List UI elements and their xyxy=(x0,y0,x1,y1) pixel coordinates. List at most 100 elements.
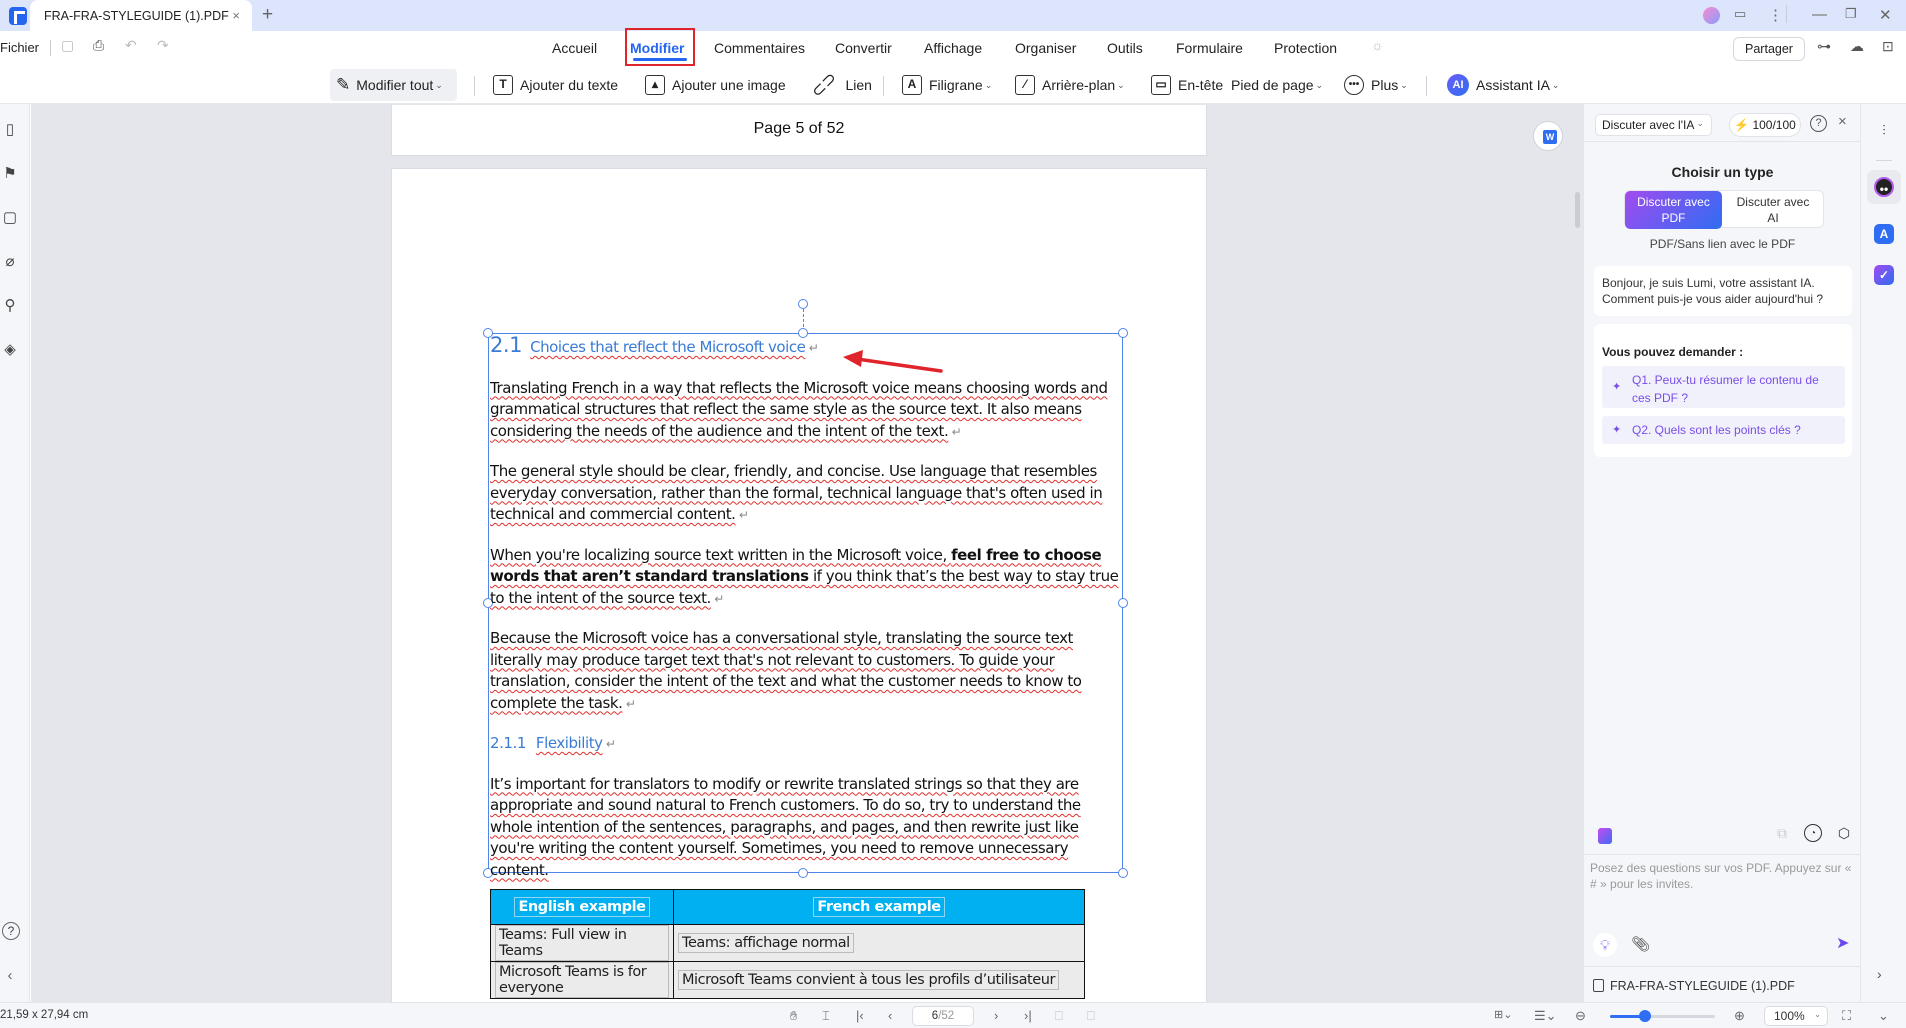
undo-icon[interactable]: ↶ xyxy=(125,37,137,54)
document-canvas[interactable]: Page 5 of 52 2.1 Choices that reflect the… xyxy=(31,104,1583,1002)
add-text-label: Ajouter du texte xyxy=(520,77,619,93)
previous-page-icon[interactable]: ‹ xyxy=(888,1008,892,1023)
more-button[interactable]: ••• Plus ⌄ xyxy=(1344,66,1408,104)
scroll-mode-icon[interactable]: ⌄ xyxy=(1878,1008,1889,1024)
new-chat-icon[interactable] xyxy=(1598,828,1612,844)
header-label: En-tête xyxy=(1178,77,1224,93)
save-icon[interactable]: ▢ xyxy=(61,37,74,54)
watermark-button[interactable]: A Filigrane ⌄ xyxy=(902,66,992,104)
menu-affichage[interactable]: Affichage xyxy=(924,40,982,56)
search-icon[interactable]: ⚲ xyxy=(2,298,18,314)
settings-hexagon-icon[interactable]: ⬡ xyxy=(1835,824,1853,842)
translate-icon[interactable]: A xyxy=(1874,224,1894,244)
help-icon[interactable]: ? xyxy=(1810,115,1827,132)
zoom-slider[interactable] xyxy=(1610,1010,1715,1022)
credits-badge[interactable]: ⚡ 100/100 xyxy=(1729,113,1801,137)
print-icon[interactable]: ⎙ xyxy=(93,37,104,54)
help-icon[interactable]: ? xyxy=(2,922,20,940)
pdf-page[interactable]: 2.1 Choices that reflect the Microsoft vo… xyxy=(391,168,1207,1002)
collapse-ribbon-icon[interactable]: ⊡ xyxy=(1882,38,1894,55)
menu-commentaires[interactable]: Commentaires xyxy=(714,40,805,56)
send-icon[interactable]: ➤ xyxy=(1836,933,1849,953)
cloud-upload-icon[interactable]: ☁ xyxy=(1850,38,1864,55)
add-image-button[interactable]: ▴ Ajouter une image xyxy=(645,66,786,104)
menu-formulaire[interactable]: Formulaire xyxy=(1176,40,1243,56)
adjustments-icon[interactable]: ⫶ xyxy=(1874,120,1894,140)
ai-robot-icon[interactable]: •• xyxy=(1874,177,1894,197)
header-button[interactable]: ▭ En-tête xyxy=(1151,66,1223,104)
more-options-icon[interactable]: ⋮ xyxy=(1768,6,1783,24)
workflow-icon[interactable]: ⊶ xyxy=(1817,38,1831,55)
paragraph-text: Translating French in a way that reflect… xyxy=(490,378,1108,440)
rotate-left-icon[interactable]: ⎕ xyxy=(1055,1008,1063,1024)
user-avatar[interactable] xyxy=(1703,7,1720,24)
close-panel-icon[interactable]: × xyxy=(1838,113,1847,130)
layers-icon[interactable]: ◈ xyxy=(2,342,18,358)
menu-convertir[interactable]: Convertir xyxy=(835,40,892,56)
restore-button[interactable]: ❐ xyxy=(1845,6,1857,22)
paragraph: The general style should be clear, frien… xyxy=(490,461,1120,527)
document-tab[interactable]: FRA-FRA-STYLEGUIDE (1).PDF × xyxy=(30,0,252,31)
link-button[interactable]: ⊂⊃ Lien xyxy=(807,66,872,104)
chat-with-pdf-option[interactable]: Discuter avec PDF xyxy=(1625,191,1722,229)
redo-icon[interactable]: ↷ xyxy=(157,37,169,54)
minimize-button[interactable]: — xyxy=(1812,6,1827,23)
hand-tool-icon[interactable]: ✋︎ xyxy=(790,1008,797,1024)
page-thumbnails-icon[interactable]: ▯ xyxy=(2,122,18,138)
menu-protection[interactable]: Protection xyxy=(1274,40,1337,56)
background-button[interactable]: ⁄ Arrière-plan ⌄ xyxy=(1015,66,1125,104)
suggestion-item[interactable]: ✦ Q2. Quels sont les points clés ? xyxy=(1602,416,1845,444)
attach-file-icon[interactable]: 📎︎ xyxy=(1631,935,1650,953)
first-page-icon[interactable]: |‹ xyxy=(856,1008,864,1023)
share-button[interactable]: Partager xyxy=(1733,37,1805,61)
prompt-lightbulb-icon[interactable]: 💡︎ xyxy=(1593,933,1617,957)
document-text[interactable]: 2.1 Choices that reflect the Microsoft vo… xyxy=(490,333,1120,899)
collapse-sidebar-icon[interactable]: ‹ xyxy=(2,968,18,984)
chat-with-ai-option[interactable]: Discuter avec AI xyxy=(1723,191,1823,229)
actual-size-icon[interactable]: ⊞⌄ xyxy=(1494,1008,1512,1021)
vertical-scrollbar[interactable] xyxy=(1575,192,1580,228)
select-tool-icon[interactable]: ⌶ xyxy=(822,1008,830,1024)
menu-outils[interactable]: Outils xyxy=(1107,40,1143,56)
paragraph: It’s important for translators to modify… xyxy=(490,774,1120,882)
rotate-right-icon[interactable]: ⎕ xyxy=(1087,1008,1095,1024)
next-page-icon[interactable]: › xyxy=(994,1008,998,1023)
bookmark-icon[interactable]: ⚑ xyxy=(2,166,18,182)
add-text-button[interactable]: T Ajouter du texte xyxy=(493,66,618,104)
rotate-handle[interactable] xyxy=(798,299,808,309)
credits-value: 100/100 xyxy=(1752,118,1796,132)
feedback-icon[interactable]: ▭ xyxy=(1734,6,1746,22)
expand-rail-icon[interactable]: › xyxy=(1877,966,1882,982)
new-tab-button[interactable]: + xyxy=(262,4,273,26)
add-chat-icon[interactable]: ⧉ xyxy=(1773,824,1791,842)
last-page-icon[interactable]: ›| xyxy=(1024,1008,1032,1023)
menu-organiser[interactable]: Organiser xyxy=(1015,40,1076,56)
translate-to-word-button[interactable]: W xyxy=(1533,121,1563,151)
zoom-in-icon[interactable]: ⊕ xyxy=(1734,1008,1745,1024)
page-layout-icon[interactable]: ☰⌄ xyxy=(1534,1008,1557,1024)
zoom-slider-thumb[interactable] xyxy=(1638,1010,1651,1022)
file-menu[interactable]: Fichier xyxy=(0,40,39,55)
chat-input[interactable] xyxy=(1590,861,1852,921)
fullscreen-icon[interactable]: ⛶ xyxy=(1842,1008,1851,1024)
history-clock-icon[interactable]: ◔ xyxy=(1804,824,1822,842)
zoom-out-icon[interactable]: ⊖ xyxy=(1575,1008,1586,1024)
sparkle-icon: ✦ xyxy=(1612,424,1622,436)
menu-accueil[interactable]: Accueil xyxy=(552,40,597,56)
paragraph: Because the Microsoft voice has a conver… xyxy=(490,628,1120,715)
zoom-level-select[interactable]: 100% ⌄ xyxy=(1764,1006,1828,1026)
chat-mode-select[interactable]: Discuter avec l'IA ⌄ xyxy=(1595,114,1712,136)
close-window-button[interactable]: ✕ xyxy=(1879,6,1892,24)
suggestion-item[interactable]: ✦ Q1. Peux-tu résumer le contenu de ces … xyxy=(1602,366,1845,408)
task-check-icon[interactable]: ✓ xyxy=(1874,265,1894,285)
lightbulb-icon[interactable]: ☼ xyxy=(1371,37,1384,53)
heading-title: Flexibility xyxy=(535,734,603,752)
close-tab-icon[interactable]: × xyxy=(232,8,240,23)
edit-all-button[interactable]: ✎ Modifier tout ⌄ xyxy=(336,66,443,104)
pdf-file-icon xyxy=(1593,979,1604,992)
comment-icon[interactable]: ▢ xyxy=(2,210,18,226)
footer-button[interactable]: Pied de page ⌄ xyxy=(1231,66,1323,104)
ai-assistant-button[interactable]: AI Assistant IA ⌄ xyxy=(1447,66,1559,104)
attachment-icon[interactable]: ⌀ xyxy=(2,254,18,270)
page-number-input[interactable]: 6/52 xyxy=(912,1006,974,1026)
